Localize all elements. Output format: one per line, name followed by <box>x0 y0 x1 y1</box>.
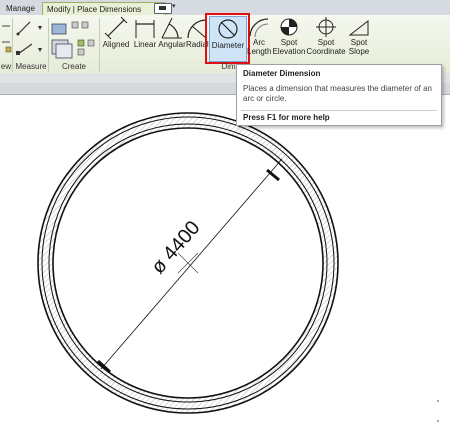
spot-elevation-icon <box>280 18 298 36</box>
drawing-canvas[interactable]: ø 4400 <box>0 95 450 431</box>
tooltip-divider <box>241 110 437 111</box>
spot-elevation-button[interactable]: Spot Elevation <box>272 16 306 62</box>
circular-wall-drawing[interactable]: ø 4400 <box>0 95 450 431</box>
spot-elevation-label-1: Spot <box>280 38 298 47</box>
angular-dimension-icon <box>161 17 182 39</box>
angular-dimension-button[interactable]: Angular <box>157 16 187 62</box>
diameter-highlight-box <box>205 13 250 64</box>
panel-label-view: ew <box>0 62 12 71</box>
arc-label: Arc <box>253 38 265 47</box>
angular-label: Angular <box>158 40 186 49</box>
tooltip-description: Places a dimension that measures the dia… <box>243 84 432 103</box>
linear-label: Linear <box>133 40 157 49</box>
spot-slope-label-2: Slope <box>348 47 370 56</box>
create-panel-tools <box>50 18 98 62</box>
contextual-tab-icon[interactable] <box>154 3 172 14</box>
length-label: Length <box>247 47 272 56</box>
view-panel-tools <box>0 20 12 62</box>
spot-elevation-label-2: Elevation <box>272 47 306 56</box>
spot-slope-button[interactable]: Spot Slope <box>346 16 372 62</box>
view-tools-icon[interactable] <box>0 20 12 60</box>
measure-panel-tools <box>14 18 50 62</box>
aligned-dimension-button[interactable]: Aligned <box>100 16 132 62</box>
spot-coordinate-label-1: Spot <box>317 38 335 47</box>
spot-slope-label-1: Spot <box>350 38 368 47</box>
linear-dimension-button[interactable]: Linear <box>132 16 158 62</box>
linear-dimension-icon <box>135 20 155 38</box>
measure-tools-icon[interactable] <box>14 18 50 60</box>
tooltip-help-text: Press F1 for more help <box>243 113 330 122</box>
create-tools-icon[interactable] <box>50 18 98 60</box>
spot-slope-icon <box>348 19 369 36</box>
spot-coordinate-icon <box>316 17 336 37</box>
tooltip-title: Diameter Dimension <box>243 69 321 78</box>
arc-length-icon <box>249 18 269 38</box>
tab-manage[interactable]: Manage <box>2 2 42 15</box>
arc-length-dimension-button[interactable]: Arc Length <box>247 16 271 62</box>
panel-label-measure: Measure <box>15 62 47 71</box>
spot-coordinate-label-2: Coordinate <box>306 47 346 56</box>
aligned-dimension-icon <box>104 16 128 40</box>
aligned-label: Aligned <box>102 40 130 49</box>
diameter-tooltip: Diameter Dimension Places a dimension th… <box>236 64 442 126</box>
tab-modify-place-dimensions[interactable]: Modify | Place Dimensions <box>42 2 166 15</box>
chevron-down-icon[interactable]: ▾ <box>172 2 176 10</box>
panel-label-create: Create <box>61 62 86 71</box>
spot-coordinate-button[interactable]: Spot Coordinate <box>306 16 346 62</box>
